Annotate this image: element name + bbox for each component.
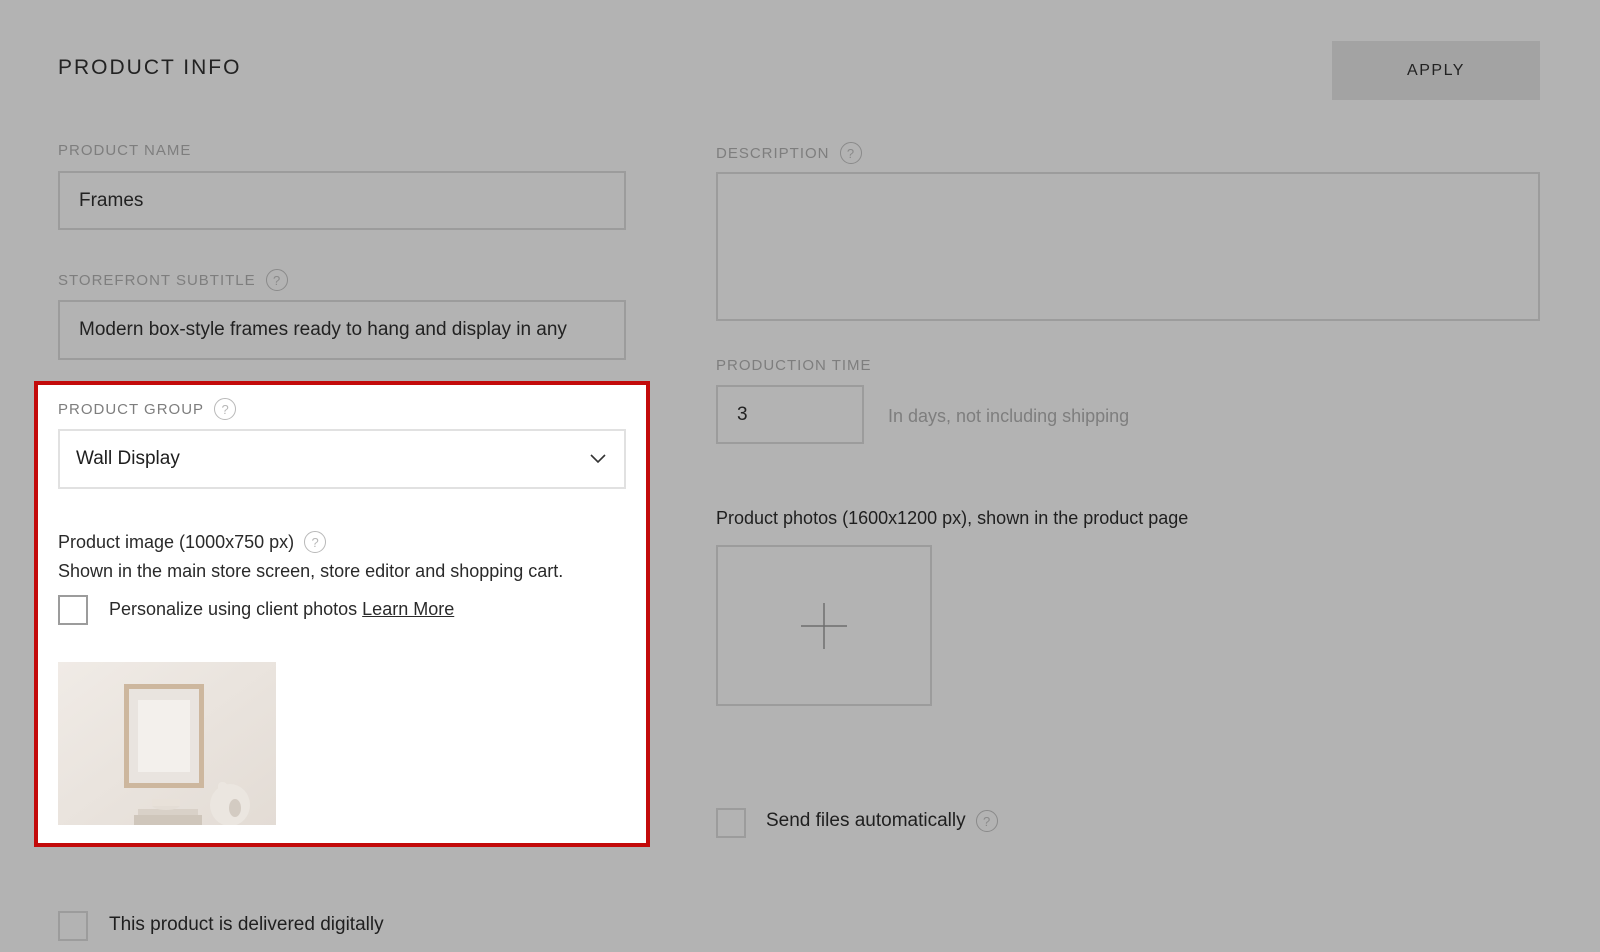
product-group-label: PRODUCT GROUP ?	[58, 398, 237, 420]
send-files-label: Send files automatically ?	[766, 810, 998, 832]
storefront-subtitle-input[interactable]: Modern box-style frames ready to hang an…	[58, 300, 626, 360]
product-group-select[interactable]: Wall Display	[58, 429, 626, 489]
help-icon[interactable]: ?	[839, 142, 862, 164]
product-name-label: PRODUCT NAME	[58, 142, 192, 159]
production-time-input[interactable]: 3	[716, 385, 864, 444]
product-image-description: Shown in the main store screen, store ed…	[58, 561, 564, 581]
storefront-subtitle-label: STOREFRONT SUBTITLE ?	[58, 269, 288, 291]
help-icon[interactable]: ?	[265, 269, 288, 291]
learn-more-link[interactable]: Learn More	[362, 599, 454, 619]
send-files-checkbox[interactable]	[716, 808, 746, 838]
product-name-input[interactable]: Frames	[58, 171, 626, 230]
product-image-title: Product image (1000x750 px) ?	[58, 531, 327, 553]
help-icon[interactable]: ?	[304, 531, 327, 553]
delivered-digitally-checkbox[interactable]	[58, 911, 88, 941]
help-icon[interactable]: ?	[975, 810, 998, 832]
description-label: DESCRIPTION ?	[716, 142, 862, 164]
apply-button[interactable]: APPLY	[1332, 41, 1540, 100]
product-image-thumbnail[interactable]	[58, 662, 276, 825]
product-group-value: Wall Display	[76, 448, 180, 469]
page-title: PRODUCT INFO	[58, 56, 242, 79]
personalize-checkbox[interactable]	[58, 595, 88, 625]
description-textarea[interactable]	[716, 172, 1540, 321]
product-image	[58, 662, 276, 825]
production-time-hint: In days, not including shipping	[888, 406, 1130, 426]
delivered-digitally-label: This product is delivered digitally	[109, 914, 384, 935]
production-time-label: PRODUCTION TIME	[716, 357, 872, 374]
plus-icon	[801, 602, 847, 649]
help-icon[interactable]: ?	[214, 398, 237, 420]
chevron-down-icon	[590, 454, 606, 464]
personalize-label: Personalize using client photos Learn Mo…	[109, 599, 455, 619]
product-photos-label: Product photos (1600x1200 px), shown in …	[716, 508, 1189, 528]
add-product-photo-button[interactable]	[716, 545, 932, 706]
